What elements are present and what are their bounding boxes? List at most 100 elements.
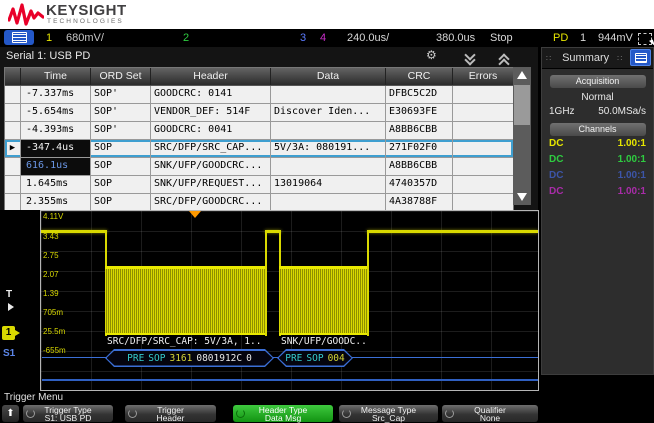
table-scrollbar[interactable] — [513, 67, 531, 205]
cell-data — [271, 122, 386, 139]
softkey-value: Src_Cap — [339, 414, 438, 422]
section-channels: Channels — [550, 123, 646, 136]
knob-icon — [128, 409, 137, 418]
channel-2-button[interactable]: 2 — [183, 32, 189, 44]
softkey-trigger[interactable]: Trigger Header — [125, 405, 216, 422]
channel-summary-row: DC 1.00:1 — [542, 152, 653, 168]
probe-ratio: 1.00:1 — [618, 152, 646, 168]
acquisition-state: Stop — [490, 32, 513, 44]
softkey-value: S1: USB PD — [23, 414, 113, 422]
y-axis-label: 25.5m — [43, 327, 65, 336]
coupling-value: DC — [549, 136, 563, 152]
cell-header: SRC/DFP/GOODCRC... — [151, 194, 271, 211]
knob-icon — [26, 409, 35, 418]
row-marker — [5, 104, 21, 121]
trace-idle-high — [41, 230, 107, 233]
softkey-header-type[interactable]: Header Type Data Msg — [233, 405, 333, 422]
row-marker — [5, 86, 21, 103]
cell-time: 616.1us — [21, 158, 91, 175]
selection-tool-icon[interactable] — [638, 33, 652, 45]
serial-baseline — [42, 379, 538, 381]
cell-errors — [453, 176, 513, 193]
decode-table-header: Time ORD Set Header Data CRC Errors — [5, 68, 513, 86]
scroll-up-icon[interactable] — [517, 71, 527, 79]
table-row[interactable]: -7.337ms SOP' GOODCRC: 0141 DFBC5C2D — [5, 86, 513, 104]
cell-crc: 4A38788F — [386, 194, 453, 211]
trigger-level-marker[interactable]: T — [6, 289, 12, 300]
cell-time: -4.393ms — [21, 122, 91, 139]
cell-time: -347.4us — [21, 140, 91, 157]
table-row[interactable]: -5.654ms SOP' VENDOR_DEF: 514F Discover … — [5, 104, 513, 122]
cell-errors — [453, 194, 513, 211]
softkey-menu-area: Trigger Menu ⬆ Trigger Type S1: USB PD T… — [0, 392, 654, 423]
cell-data — [271, 86, 386, 103]
cell-data — [271, 194, 386, 211]
decode-sop: SOP — [306, 353, 323, 364]
trace-idle-high — [367, 230, 538, 233]
cell-data: 5V/3A: 080191... — [271, 140, 386, 157]
main-menu-button[interactable] — [4, 30, 34, 45]
cell-ord: SOP — [91, 176, 151, 193]
table-row[interactable]: 1.645ms SOP SNK/UFP/REQUEST... 13019064 … — [5, 176, 513, 194]
knob-icon — [445, 409, 454, 418]
cell-crc: 4740357D — [386, 176, 453, 193]
channel-4-button[interactable]: 4 — [320, 32, 326, 44]
trigger-source-channel: 1 — [580, 32, 586, 44]
cell-errors — [453, 122, 513, 139]
softkey-trigger-type[interactable]: Trigger Type S1: USB PD — [23, 405, 113, 422]
table-row[interactable]: 616.1us SOP SNK/UFP/GOODCRC... A8BB6CBB — [5, 158, 513, 176]
cell-ord: SOP — [91, 194, 151, 211]
sidebar-menu-button[interactable] — [630, 49, 651, 66]
waveform-plot: 4.11V 3.43 2.75 2.07 1.39 705m 25.5m -65… — [40, 210, 539, 391]
row-marker — [5, 122, 21, 139]
oscilloscope-screen: KEYSIGHT TECHNOLOGIES 1 680mV/ 2 3 4 240… — [0, 0, 654, 423]
y-axis-label: 2.07 — [43, 270, 59, 279]
cell-time: 2.355ms — [21, 194, 91, 211]
probe-ratio: 1.00:1 — [618, 168, 646, 184]
cell-crc: E30693FE — [386, 104, 453, 121]
serial-panel-title: Serial 1: USB PD — [6, 50, 90, 62]
channel-summary-row: DC 1.00:1 — [542, 136, 653, 152]
softkey-message-type[interactable]: Message Type Src_Cap — [339, 405, 438, 422]
cell-time: -7.337ms — [21, 86, 91, 103]
channel-3-button[interactable]: 3 — [300, 32, 306, 44]
cell-ord: SOP — [91, 140, 151, 157]
decode-data: 004 — [328, 353, 345, 364]
col-time: Time — [21, 68, 91, 85]
cell-errors — [453, 104, 513, 121]
cell-ord: SOP — [91, 158, 151, 175]
cell-header: SNK/UFP/GOODCRC... — [151, 158, 271, 175]
y-axis-label: 1.39 — [43, 289, 59, 298]
cell-crc: A8BB6CBB — [386, 158, 453, 175]
acquisition-rates: 1GHz 50.0MSa/s — [542, 106, 653, 117]
gear-icon[interactable]: ⚙ — [426, 48, 437, 62]
trace-burst-packet1 — [105, 266, 267, 335]
trigger-arrow-icon — [8, 303, 14, 311]
scrollbar-thumb[interactable] — [514, 85, 530, 125]
scroll-down-icon[interactable] — [517, 193, 527, 201]
softkey-value: Header — [125, 414, 216, 422]
section-acquisition: Acquisition — [550, 75, 646, 88]
table-row[interactable]: -4.393ms SOP' GOODCRC: 0041 A8BB6CBB — [5, 122, 513, 140]
cell-data: 13019064 — [271, 176, 386, 193]
collapse-panel-button[interactable] — [466, 51, 474, 64]
sample-rate-value: 50.0MSa/s — [598, 106, 646, 117]
col-marker — [5, 68, 21, 85]
cell-errors — [453, 140, 513, 157]
trigger-time-marker-icon[interactable] — [189, 211, 201, 218]
softkey-qualifier[interactable]: Qualifier None — [442, 405, 538, 422]
channel-1-button[interactable]: 1 — [46, 32, 52, 44]
status-bar: 1 680mV/ 2 3 4 240.0us/ 380.0us Stop PD … — [0, 29, 654, 47]
channel-1-ground-marker[interactable]: 1 — [2, 326, 15, 340]
trigger-level-readout: 944mV — [598, 32, 633, 44]
cell-data: Discover Iden... — [271, 104, 386, 121]
col-data: Data — [271, 68, 386, 85]
table-row[interactable]: 2.355ms SOP SRC/DFP/GOODCRC... 4A38788F — [5, 194, 513, 211]
softkey-value: None — [442, 414, 538, 422]
waveform-area: T 1 S1 4.11V 3.43 2.75 2.07 1.39 705m 25… — [0, 210, 541, 392]
table-row-selected[interactable]: ▶ -347.4us SOP SRC/DFP/SRC_CAP... 5V/3A:… — [5, 140, 513, 158]
channel-summary-row: DC 1.00:1 — [542, 184, 653, 200]
cell-header: SNK/UFP/REQUEST... — [151, 176, 271, 193]
back-button[interactable]: ⬆ — [2, 405, 19, 422]
cell-errors — [453, 86, 513, 103]
